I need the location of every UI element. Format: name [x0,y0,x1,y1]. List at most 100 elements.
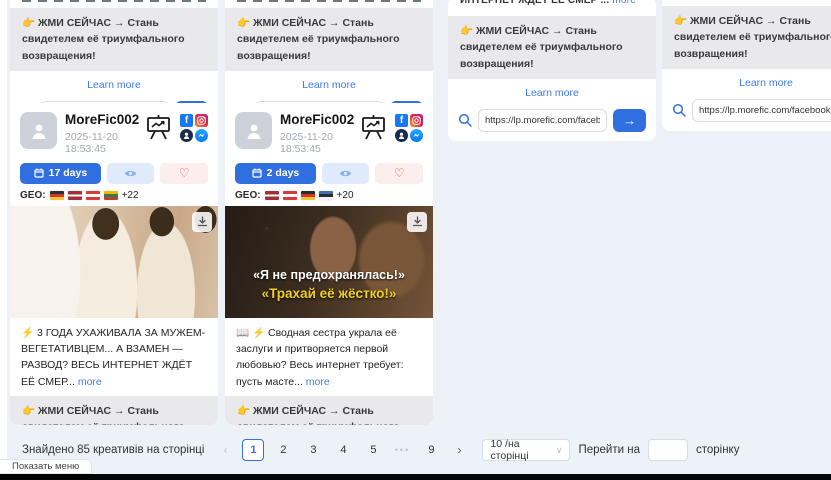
instagram-icon[interactable] [410,114,423,127]
geo-label: GEO: [20,190,46,201]
more-link[interactable]: more [306,376,330,388]
days-label: 2 days [267,167,300,179]
url-row: → [448,105,656,141]
learn-more-link[interactable]: Learn more [225,71,433,97]
days-label: 17 days [49,167,88,179]
clipped-content [225,0,433,8]
calendar-icon [34,168,44,178]
facebook-icon[interactable]: f [395,114,408,127]
profile-meta: MoreFic002 2025-11-20 18:53:45 [65,112,145,155]
presentation-chart-icon[interactable] [360,115,387,140]
page-button-4[interactable]: 4 [332,439,354,461]
geo-more-count[interactable]: +20 [337,190,354,201]
days-active-button[interactable]: 17 days [20,163,101,184]
person-badge-icon[interactable] [395,129,408,142]
person-badge-icon[interactable] [180,129,193,142]
page-button-last[interactable]: 9 [420,439,442,461]
goto-page-label: Перейти на [578,444,640,456]
presentation-chart-icon[interactable] [145,115,172,140]
creative-card-main-2: MoreFic002 2025-11-20 18:53:45 f [225,103,433,425]
page-button-5[interactable]: 5 [362,439,384,461]
show-menu-button[interactable]: Показать меню [0,459,92,474]
calendar-icon [252,168,262,178]
clipped-content [10,0,218,8]
timestamp: 2025-11-20 18:53:45 [280,131,360,155]
profile-name[interactable]: MoreFic002 [65,112,145,129]
creative-card-main-1: MoreFic002 2025-11-20 18:53:45 f [10,103,218,425]
views-button[interactable] [322,163,370,184]
pages-ellipsis[interactable]: ••• [392,445,412,455]
messenger-icon[interactable] [195,129,208,142]
clipped-content [662,0,831,6]
overlay-line-1: «Я не предохранялась!» [225,266,433,284]
clipped-text-fragment [22,0,206,2]
heart-icon: ♡ [394,167,405,179]
messenger-icon[interactable] [410,129,423,142]
prev-page-chevron-icon[interactable]: ‹ [216,443,234,457]
emoji-prefix: ⚡ [21,327,34,339]
views-button[interactable] [107,163,155,184]
geo-label: GEO: [235,190,261,201]
instagram-icon[interactable] [195,114,208,127]
download-image-button[interactable] [407,212,427,232]
goto-page-input[interactable] [648,439,688,461]
favorite-button[interactable]: ♡ [375,163,423,184]
ad-text: ⚡ 3 ГОДА УХАЖИВАЛА ЗА МУЖЕМ-ВЕГЕТАТИВЦЕМ… [10,318,218,396]
flag-germany-icon [301,191,315,200]
creative-card-top-4: 👉 ЖМИ СЕЙЧАС → Стань свидетелем её триум… [662,0,831,131]
social-icons: f [395,114,423,142]
card-actions: 17 days ♡ [10,159,218,186]
profile-row: MoreFic002 2025-11-20 18:53:45 f [10,103,218,159]
ad-text-truncated: ИНТЕРНЕТ ЖДЁТ ЕЁ СМЕР ... more [448,0,656,7]
next-page-chevron-icon[interactable]: › [450,443,468,457]
flag-lithuania-icon [104,191,118,200]
ad-text-body: 3 ГОДА УХАЖИВАЛА ЗА МУЖЕМ-ВЕГЕТАТИВЦЕМ..… [21,327,205,388]
learn-more-link[interactable]: Learn more [448,79,656,105]
timestamp: 2025-11-20 18:53:45 [65,131,145,155]
ad-headline: 👉 ЖМИ СЕЙЧАС → Стань свидетелем её триум… [225,8,433,71]
eye-icon [124,169,137,178]
ad-text: 📖 ⚡ Сводная сестра украла её заслуги и п… [225,318,433,396]
download-icon [197,216,208,227]
ad-headline: 👉 ЖМИ СЕЙЧАС → Стань свидетелем её триум… [448,16,656,79]
results-summary: Знайдено 85 креативів на сторінці [22,444,204,456]
more-link[interactable]: more [78,376,102,388]
days-active-button[interactable]: 2 days [235,163,316,184]
geo-row: GEO: +20 [225,186,433,206]
page-button-2[interactable]: 2 [272,439,294,461]
creative-card-top-3: ИНТЕРНЕТ ЖДЁТ ЕЁ СМЕР ... more 👉 ЖМИ СЕЙ… [448,0,656,141]
more-link[interactable]: more [612,0,636,6]
ad-headline: 👉 ЖМИ СЕЙЧАС → Стань свидетелем её триум… [225,396,433,425]
avatar [20,112,57,149]
goto-page-suffix: сторінку [696,444,740,456]
eye-icon [339,169,352,178]
ad-headline: 👉 ЖМИ СЕЙЧАС → Стань свидетелем её триум… [10,8,218,71]
search-icon[interactable] [458,113,472,127]
geo-more-count[interactable]: +22 [122,190,139,201]
page-button-1[interactable]: 1 [242,439,264,461]
open-url-button[interactable]: → [613,109,646,132]
facebook-icon[interactable]: f [180,114,193,127]
clipped-text-fragment [237,0,421,2]
download-image-button[interactable] [192,212,212,232]
pagination-bar: Знайдено 85 креативів на сторінці ‹ 1 2 … [22,438,817,462]
ad-headline: 👉 ЖМИ СЕЙЧАС → Стань свидетелем её триум… [10,396,218,425]
left-edge-strip [0,0,7,474]
learn-more-link[interactable]: Learn more [662,69,831,95]
learn-more-link[interactable]: Learn more [10,71,218,97]
download-icon [412,216,423,227]
flag-austria-icon [86,191,100,200]
flag-latvia-icon [68,191,82,200]
profile-meta: MoreFic002 2025-11-20 18:53:45 [280,112,360,155]
search-icon[interactable] [672,103,686,117]
landing-url-input[interactable] [692,99,831,122]
creative-image[interactable] [10,206,218,318]
profile-name[interactable]: MoreFic002 [280,112,360,129]
page-button-3[interactable]: 3 [302,439,324,461]
page-size-select[interactable]: 10 /на сторінці ∨ [482,439,570,461]
favorite-button[interactable]: ♡ [160,163,208,184]
page-size-value: 10 /на сторінці [490,438,555,462]
creative-image[interactable]: «Я не предохранялась!» «Трахай её жёстко… [225,206,433,318]
ad-text-fragment: ИНТЕРНЕТ ЖДЁТ ЕЁ СМЕР ... [460,0,609,6]
landing-url-input[interactable] [478,109,607,132]
